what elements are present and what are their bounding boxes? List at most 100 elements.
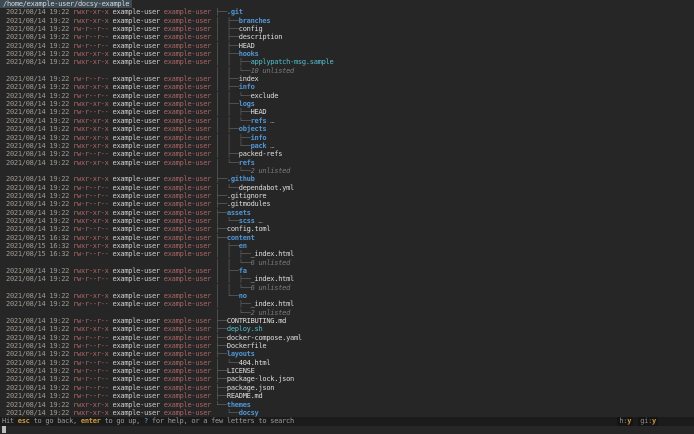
entry-name[interactable]: LICENSE — [227, 367, 255, 375]
tree-row[interactable]: 2021/08/14 19:22 rw-r--r-- example-user … — [0, 384, 694, 392]
entry-name[interactable]: _index.html — [251, 250, 295, 258]
tree-row[interactable]: 2021/08/14 19:22 rwxr-xr-x example-user … — [0, 209, 694, 217]
tree-row[interactable]: 2021/08/14 19:22 rw-r--r-- example-user … — [0, 25, 694, 33]
entry-name[interactable]: hooks — [239, 50, 259, 58]
tree-row[interactable]: 2021/08/14 19:22 rwxr-xr-x example-user … — [0, 401, 694, 409]
tree-row[interactable]: 2021/08/14 19:22 rw-r--r-- example-user … — [0, 275, 694, 283]
entry-name[interactable]: themes — [227, 401, 251, 409]
entry-name[interactable]: index — [239, 75, 259, 83]
entry-name[interactable]: description — [239, 33, 283, 41]
entry-name[interactable]: config — [239, 25, 263, 33]
tree-row[interactable]: 2021/08/14 19:22 rwxr-xr-x example-user … — [0, 267, 694, 275]
tree-row[interactable]: 2021/08/15 16:32 rw-r--r-- example-user … — [0, 250, 694, 258]
entry-name[interactable]: assets — [227, 209, 251, 217]
entry-name[interactable]: branches — [239, 17, 271, 25]
tree-row[interactable]: │ └──2 unlisted — [0, 167, 694, 175]
entry-name[interactable]: pack — [251, 142, 267, 150]
tree-row[interactable]: 2021/08/14 19:22 rwxr-xr-x example-user … — [0, 134, 694, 142]
entry-name[interactable]: config.toml — [227, 225, 271, 233]
entry-name[interactable]: objects — [239, 125, 267, 133]
entry-name[interactable]: .git — [227, 8, 243, 16]
tree-row[interactable]: 2021/08/14 19:22 rwxr-xr-x example-user … — [0, 117, 694, 125]
entry-name[interactable]: docker-compose.yaml — [227, 334, 302, 342]
entry-name[interactable]: fa — [239, 267, 247, 275]
entry-name[interactable]: docsy — [239, 409, 259, 417]
tree-row[interactable]: 2021/08/14 19:22 rwxr-xr-x example-user … — [0, 292, 694, 300]
entry-name[interactable]: layouts — [227, 350, 255, 358]
tree-row[interactable]: 2021/08/14 19:22 rw-r--r-- example-user … — [0, 300, 694, 308]
entry-name[interactable]: logs — [239, 100, 255, 108]
entry-name[interactable]: no — [239, 292, 247, 300]
entry-name[interactable]: .gitignore — [227, 192, 267, 200]
entry-name[interactable]: applypatch-msg.sample — [251, 58, 334, 66]
tree-row[interactable]: 2021/08/14 19:22 rw-r--r-- example-user … — [0, 392, 694, 400]
entry-name[interactable]: HEAD — [251, 108, 267, 116]
entry-name[interactable]: .gitmodules — [227, 200, 271, 208]
tree-row[interactable]: 2021/08/14 19:22 rw-r--r-- example-user … — [0, 184, 694, 192]
entry-name[interactable]: 6 unlisted — [251, 284, 291, 292]
entry-name[interactable]: scss — [239, 217, 255, 225]
root-path-row[interactable]: /home/example-user/docsy-example — [0, 0, 694, 9]
tree-row[interactable]: 2021/08/14 19:22 rw-r--r-- example-user … — [0, 359, 694, 367]
tree-row[interactable]: 2021/08/14 19:22 rw-r--r-- example-user … — [0, 334, 694, 342]
tree-row[interactable]: 2021/08/14 19:22 rwxr-xr-x example-user … — [0, 100, 694, 108]
tree-row[interactable]: 2021/08/14 19:22 rw-r--r-- example-user … — [0, 317, 694, 325]
entry-name[interactable]: package-lock.json — [227, 375, 294, 383]
root-path[interactable]: /home/example-user/docsy-example — [0, 0, 133, 9]
tree-row[interactable]: 2021/08/14 19:22 rwxr-xr-x example-user … — [0, 50, 694, 58]
entry-name[interactable]: content — [227, 234, 255, 242]
tree-row[interactable]: 2021/08/15 16:32 rwxr-xr-x example-user … — [0, 242, 694, 250]
text-cursor[interactable] — [2, 425, 6, 433]
entry-name[interactable]: info — [239, 83, 255, 91]
tree-row[interactable]: 2021/08/14 19:22 rwxr-xr-x example-user … — [0, 17, 694, 25]
tree-row[interactable]: 2021/08/14 19:22 rw-r--r-- example-user … — [0, 200, 694, 208]
entry-name[interactable]: .github — [227, 175, 255, 183]
tree-row[interactable]: 2021/08/14 19:22 rw-r--r-- example-user … — [0, 367, 694, 375]
tree-row[interactable]: │ │ └──6 unlisted — [0, 284, 694, 292]
tree-row[interactable]: 2021/08/14 19:22 rw-r--r-- example-user … — [0, 225, 694, 233]
tree-row[interactable]: 2021/08/14 19:22 rwxr-xr-x example-user … — [0, 142, 694, 150]
tree-row[interactable]: 2021/08/14 19:22 rwxr-xr-x example-user … — [0, 217, 694, 225]
entry-name[interactable]: 10 unlisted — [251, 67, 295, 75]
tree-row[interactable]: │ │ └──10 unlisted — [0, 67, 694, 75]
entry-name[interactable]: HEAD — [239, 42, 255, 50]
tree-row[interactable]: 2021/08/14 19:22 rw-r--r-- example-user … — [0, 75, 694, 83]
entry-name[interactable]: info — [251, 134, 267, 142]
entry-name[interactable]: _index.html — [251, 275, 295, 283]
tree-row[interactable]: 2021/08/14 19:22 rwxr-xr-x example-user … — [0, 409, 694, 417]
entry-name[interactable]: exclude — [251, 92, 279, 100]
entry-name[interactable]: _index.html — [251, 300, 295, 308]
tree-row[interactable]: 2021/08/14 19:22 rwxr-xr-x example-user … — [0, 8, 694, 16]
entry-name[interactable]: CONTRIBUTING.md — [227, 317, 286, 325]
entry-name[interactable]: deploy.sh — [227, 325, 263, 333]
entry-name[interactable]: 2 unlisted — [251, 309, 291, 317]
entry-name[interactable]: Dockerfile — [227, 342, 267, 350]
entry-name[interactable]: 404.html — [239, 359, 271, 367]
tree-row[interactable]: 2021/08/15 16:32 rwxr-xr-x example-user … — [0, 234, 694, 242]
tree-row[interactable]: 2021/08/14 19:22 rw-r--r-- example-user … — [0, 33, 694, 41]
tree-row[interactable]: 2021/08/14 19:22 rw-r--r-- example-user … — [0, 375, 694, 383]
tree-row[interactable]: 2021/08/14 19:22 rw-r--r-- example-user … — [0, 92, 694, 100]
tree-row[interactable]: 2021/08/14 19:22 rwxr-xr-x example-user … — [0, 159, 694, 167]
tree-row[interactable]: 2021/08/14 19:22 rw-r--r-- example-user … — [0, 42, 694, 50]
search-input-row[interactable] — [0, 425, 694, 434]
entry-name[interactable]: refs — [251, 117, 267, 125]
tree-row[interactable]: 2021/08/14 19:22 rwxr-xr-x example-user … — [0, 175, 694, 183]
entry-name[interactable]: packed-refs — [239, 150, 283, 158]
tree-row[interactable]: 2021/08/14 19:22 rwxr-xr-x example-user … — [0, 125, 694, 133]
entry-name[interactable]: dependabot.yml — [239, 184, 295, 192]
entry-name[interactable]: 2 unlisted — [251, 167, 291, 175]
tree-row[interactable]: 2021/08/14 19:22 rw-r--r-- example-user … — [0, 150, 694, 158]
tree-row[interactable]: 2021/08/14 19:22 rw-r--r-- example-user … — [0, 108, 694, 116]
tree-row[interactable]: 2021/08/14 19:22 rw-r--r-- example-user … — [0, 192, 694, 200]
tree-row[interactable]: 2021/08/14 19:22 rwxr-xr-x example-user … — [0, 83, 694, 91]
entry-name[interactable]: package.json — [227, 384, 275, 392]
entry-name[interactable]: README.md — [227, 392, 263, 400]
entry-name[interactable]: en — [239, 242, 247, 250]
tree-row[interactable]: │ └──2 unlisted — [0, 309, 694, 317]
tree-row[interactable]: │ │ └──6 unlisted — [0, 259, 694, 267]
tree-row[interactable]: 2021/08/14 19:22 rwxr-xr-x example-user … — [0, 325, 694, 333]
entry-name[interactable]: refs — [239, 159, 255, 167]
tree-row[interactable]: 2021/08/14 19:22 rw-r--r-- example-user … — [0, 342, 694, 350]
entry-name[interactable]: 6 unlisted — [251, 259, 291, 267]
